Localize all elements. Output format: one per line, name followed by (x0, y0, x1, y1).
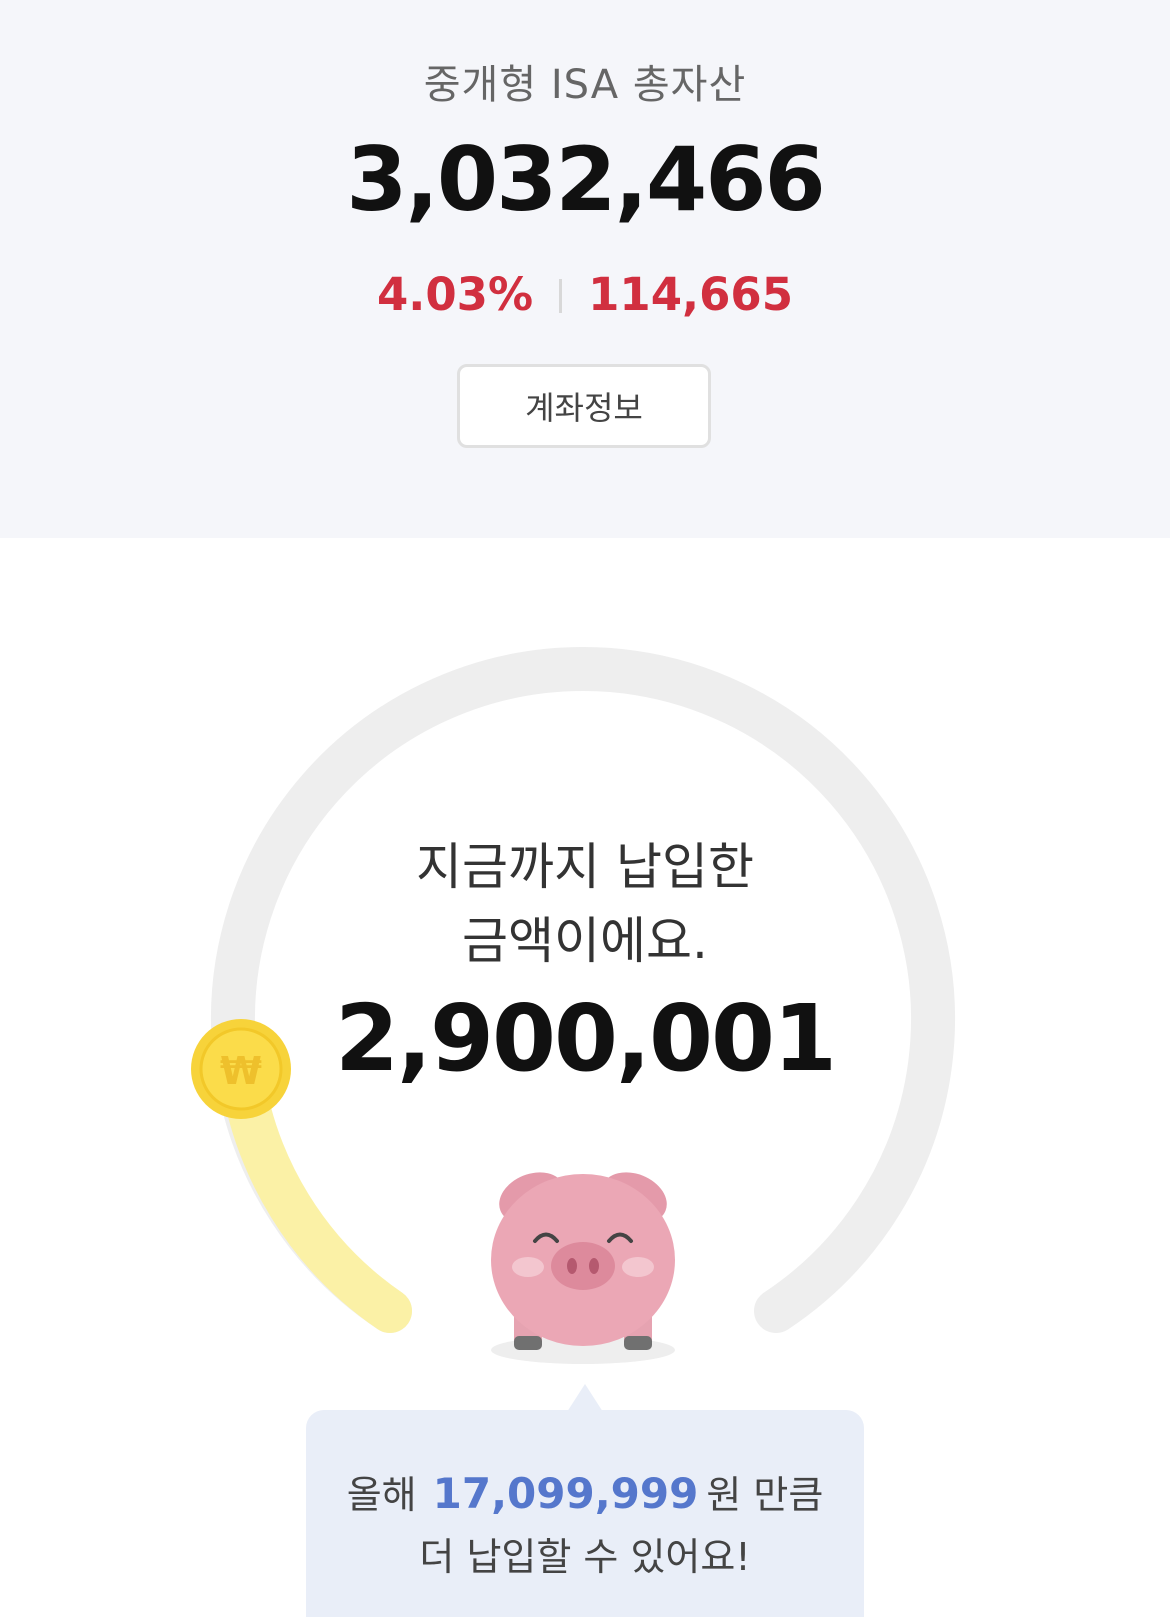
return-row: 4.03% 114,665 (0, 268, 1170, 321)
bubble-line1: 올해 17,099,999 원 만큼 (306, 1464, 864, 1519)
return-divider (559, 279, 563, 313)
gauge-caption-line1: 지금까지 납입한 (416, 838, 754, 896)
total-assets-value: 3,032,466 (346, 128, 825, 231)
piggy-bank-icon (491, 1172, 675, 1364)
gauge-caption-line2: 금액이에요. (462, 912, 708, 970)
gauge-caption: 지금까지 납입한 금액이에요. (0, 830, 1170, 978)
bubble-line2: 더 납입할 수 있어요! (419, 1535, 751, 1579)
bubble-unit: 원 만큼 (706, 1473, 824, 1517)
bubble-prefix: 올해 (346, 1473, 417, 1517)
page-title: 중개형 ISA 총자산 (423, 62, 747, 108)
paid-amount-value: 2,900,001 (335, 985, 837, 1092)
return-amount: 114,665 (588, 268, 794, 321)
remaining-amount: 17,099,999 (432, 1469, 699, 1518)
bubble-tail (567, 1384, 603, 1412)
account-info-button[interactable]: 계좌정보 (457, 364, 711, 448)
return-rate: 4.03% (376, 268, 534, 321)
summary-section: 중개형 ISA 총자산 3,032,466 4.03% 114,665 계좌정보 (0, 0, 1170, 538)
remaining-limit-bubble: 올해 17,099,999 원 만큼 더 납입할 수 있어요! (306, 1410, 864, 1617)
